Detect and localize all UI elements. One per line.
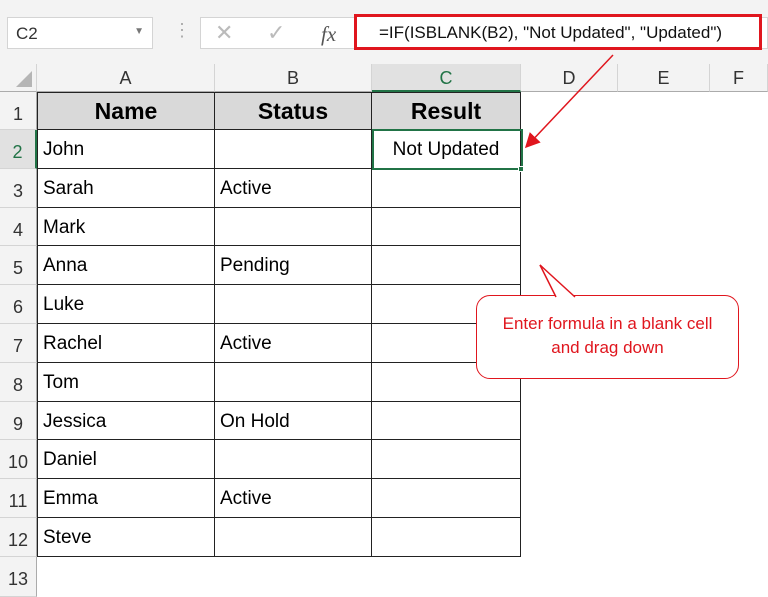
column-header-F[interactable]: F [710,64,768,92]
column-header-C[interactable]: C [372,64,521,92]
enter-icon[interactable]: ✓ [267,20,285,46]
table-cell[interactable] [215,207,372,247]
row-header-11[interactable]: 11 [0,479,37,518]
callout-note: Enter formula in a blank cell and drag d… [476,295,739,379]
table-cell[interactable] [372,401,521,441]
column-header-E[interactable]: E [618,64,710,92]
table-cell[interactable]: Daniel [37,440,215,480]
row-header-7[interactable]: 7 [0,324,37,363]
table-cell[interactable]: Rachel [37,324,215,363]
header-cell[interactable]: Result [372,92,521,130]
chevron-down-icon[interactable]: ▼ [134,26,144,37]
row-header-10[interactable]: 10 [0,440,37,480]
table-cell[interactable] [372,246,521,286]
table-cell[interactable] [215,130,372,169]
formula-input[interactable]: =IF(ISBLANK(B2), "Not Updated", "Updated… [354,14,762,50]
table-cell[interactable]: Active [215,479,372,518]
table-cell[interactable]: On Hold [215,401,372,441]
name-box[interactable]: C2 ▼ [7,17,153,49]
row-header-5[interactable]: 5 [0,246,37,286]
table-cell[interactable] [215,440,372,480]
table-cell[interactable]: Anna [37,246,215,286]
cancel-icon[interactable]: ✕ [215,20,233,46]
row-header-3[interactable]: 3 [0,168,37,208]
table-cell[interactable]: Jessica [37,401,215,441]
table-cell[interactable]: Emma [37,479,215,518]
table-cell[interactable] [372,518,521,557]
row-header-6[interactable]: 6 [0,285,37,324]
column-header-D[interactable]: D [521,64,618,92]
table-cell[interactable]: Tom [37,362,215,402]
table-cell[interactable]: Sarah [37,168,215,208]
insert-function-icon[interactable]: fx [321,22,336,47]
row-header-8[interactable]: 8 [0,362,37,402]
table-cell[interactable]: John [37,130,215,169]
drag-handle-icon: ⋮ [173,20,191,40]
table-cell[interactable]: Luke [37,285,215,324]
row-header-1[interactable]: 1 [0,92,37,130]
table-cell[interactable] [215,518,372,557]
fill-handle[interactable] [518,166,524,172]
column-header-B[interactable]: B [215,64,372,92]
row-header-13[interactable]: 13 [0,556,37,597]
table-cell[interactable] [215,362,372,402]
table-cell[interactable] [372,479,521,518]
row-header-2[interactable]: 2 [0,130,37,169]
table-cell[interactable]: Pending [215,246,372,286]
column-header-A[interactable]: A [37,64,215,92]
header-cell[interactable]: Name [37,92,215,130]
row-header-4[interactable]: 4 [0,207,37,247]
table-cell[interactable]: Steve [37,518,215,557]
table-cell[interactable] [372,207,521,247]
table-cell[interactable]: Mark [37,207,215,247]
table-cell[interactable]: Active [215,168,372,208]
row-header-12[interactable]: 12 [0,518,37,557]
table-cell[interactable] [215,285,372,324]
table-cell[interactable] [372,440,521,480]
table-cell[interactable]: Active [215,324,372,363]
table-cell[interactable] [372,168,521,208]
select-all-button[interactable] [0,64,37,92]
row-header-9[interactable]: 9 [0,401,37,441]
name-box-value: C2 [16,24,38,43]
active-cell-border [372,129,523,170]
header-cell[interactable]: Status [215,92,372,130]
